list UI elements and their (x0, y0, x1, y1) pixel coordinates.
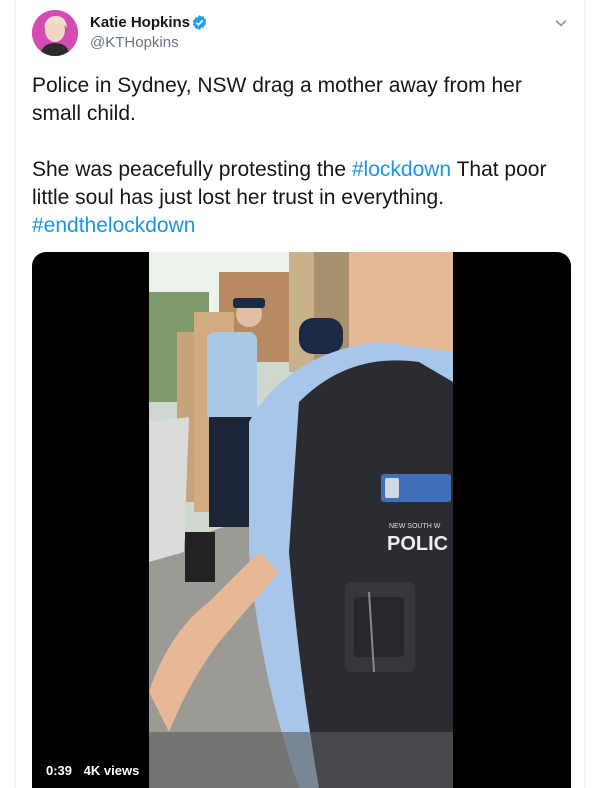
hashtag-link-lockdown[interactable]: #lockdown (352, 158, 451, 181)
tweet-text: Police in Sydney, NSW drag a mother away… (32, 72, 562, 240)
video-frame[interactable]: NEW SOUTH W POLIC (149, 252, 453, 788)
video-player[interactable]: NEW SOUTH W POLIC 0:39 4K views (32, 252, 571, 788)
tweet-paragraph-2: She was peacefully protesting the #lockd… (32, 156, 562, 240)
video-views: 4K views (83, 763, 140, 778)
verified-badge-icon (192, 15, 207, 30)
avatar-image (32, 10, 78, 56)
chevron-down-icon[interactable] (553, 15, 569, 31)
vest-label-large: POLIC (387, 533, 448, 555)
tweet-text-segment: She was peacefully protesting the (32, 158, 352, 181)
hashtag-link-endthelockdown[interactable]: #endthelockdown (32, 214, 195, 237)
video-stats: 0:39 4K views (46, 763, 139, 778)
author-display-name[interactable]: Katie Hopkins (90, 14, 190, 31)
video-still-image: NEW SOUTH W POLIC (149, 252, 453, 788)
author-handle[interactable]: @KTHopkins (90, 34, 179, 51)
avatar[interactable] (32, 10, 78, 56)
tweet-paragraph-1: Police in Sydney, NSW drag a mother away… (32, 74, 522, 125)
video-duration: 0:39 (46, 763, 73, 778)
vest-label-small: NEW SOUTH W (389, 523, 441, 530)
